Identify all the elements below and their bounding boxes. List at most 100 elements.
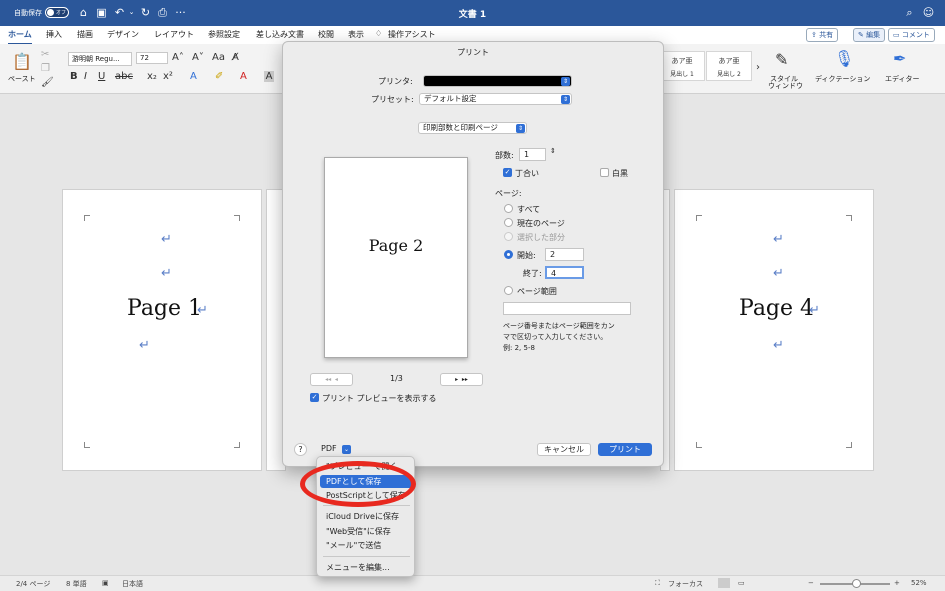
styles-more-chevron-icon[interactable]: › — [756, 62, 760, 73]
text-effects-icon[interactable]: A — [190, 71, 197, 82]
print-layout-icon[interactable] — [718, 578, 730, 588]
bw-checkbox[interactable] — [600, 168, 609, 177]
strikethrough-icon[interactable]: abc — [115, 71, 133, 82]
cancel-button[interactable]: キャンセル — [537, 443, 591, 456]
editor-icon[interactable]: ✒ — [893, 49, 906, 68]
show-preview-label: プリント プレビューを表示する — [322, 394, 437, 403]
share-button[interactable]: ⇪ 共有 — [806, 28, 839, 42]
tab-layout[interactable]: レイアウト — [154, 29, 194, 40]
show-preview-checkbox[interactable]: ✓ — [310, 393, 319, 402]
format-painter-icon[interactable]: 🖌 — [41, 77, 54, 88]
shrink-font-icon[interactable]: A˅ — [192, 52, 204, 63]
radio-current-page[interactable] — [504, 218, 513, 227]
style-heading2[interactable]: あア亜 見出し 2 — [706, 51, 752, 81]
menu-item-send-mail[interactable]: "メール"で送信 — [320, 539, 413, 552]
help-button[interactable]: ? — [294, 443, 307, 456]
tab-review[interactable]: 校閲 — [318, 29, 334, 40]
copies-input[interactable]: 1 — [519, 148, 546, 161]
subscript-icon[interactable]: x₂ — [147, 71, 157, 82]
tab-view[interactable]: 表示 — [348, 29, 364, 40]
style-heading1[interactable]: あア亜 見出し 1 — [659, 51, 705, 81]
cut-icon[interactable]: ✂ — [41, 49, 49, 60]
search-icon[interactable]: ⌕ — [903, 6, 916, 19]
web-layout-icon[interactable]: ▭ — [738, 579, 745, 587]
menu-item-save-to-icloud[interactable]: iCloud Driveに保存 — [320, 510, 413, 523]
section-select[interactable]: 印刷部数と印刷ページ ⇕ — [418, 122, 527, 134]
paste-icon[interactable]: 📋 — [12, 52, 32, 71]
radio-page-range[interactable] — [504, 286, 513, 295]
grow-font-icon[interactable]: A˄ — [172, 52, 184, 63]
proofing-icon[interactable]: ▣ — [102, 579, 109, 587]
italic-icon[interactable]: I — [84, 71, 87, 82]
focus-icon[interactable]: ⛶ — [655, 579, 660, 588]
radio-from-to[interactable] — [504, 250, 513, 259]
paragraph-mark-icon: ↵ — [197, 303, 208, 318]
zoom-out-icon[interactable]: − — [808, 579, 814, 587]
range-hint-line3: 例: 2, 5-8 — [503, 344, 535, 352]
tab-references[interactable]: 参照設定 — [208, 29, 240, 40]
from-input[interactable]: 2 — [545, 248, 584, 261]
pdf-menu-label[interactable]: PDF — [321, 444, 337, 453]
tab-insert[interactable]: 挿入 — [46, 29, 62, 40]
zoom-slider[interactable] — [820, 579, 890, 588]
page1-text: Page 1 — [127, 296, 203, 321]
opt-from-label: 開始: — [517, 251, 536, 260]
focus-label[interactable]: フォーカス — [668, 579, 703, 589]
zoom-slider-knob[interactable] — [852, 579, 862, 588]
to-label: 終了: — [523, 269, 542, 278]
language-label[interactable]: 日本語 — [122, 579, 143, 589]
superscript-icon[interactable]: x² — [163, 71, 173, 82]
clear-format-icon[interactable]: A̸ — [232, 52, 239, 63]
font-size-box[interactable]: 72 — [136, 52, 168, 64]
font-color-icon[interactable]: A — [240, 71, 247, 82]
microphone-icon[interactable]: 🎙 — [834, 49, 854, 68]
page-range-input[interactable] — [503, 302, 631, 315]
collate-checkbox[interactable]: ✓ — [503, 168, 512, 177]
menu-item-edit-menu[interactable]: メニューを編集... — [320, 561, 413, 574]
printer-select[interactable]: ⇕ — [423, 75, 572, 87]
zoom-in-icon[interactable]: + — [894, 579, 900, 587]
highlight-ellipse — [300, 461, 416, 507]
pdf-chevron-icon[interactable]: ⌄ — [342, 445, 351, 454]
crop-mark — [234, 215, 240, 221]
bold-icon[interactable]: B — [70, 71, 78, 82]
font-name-box[interactable]: 游明朝 Regu... — [68, 52, 132, 66]
dialog-title: プリント — [457, 48, 489, 57]
preview-next-buttons[interactable]: ▸ ▸▸ — [440, 373, 483, 386]
document-page-4[interactable]: ↵ ↵ Page 4 ↵ ↵ — [674, 189, 874, 471]
copies-value: 1 — [524, 150, 530, 159]
preset-value: デフォルト設定 — [424, 94, 477, 103]
styles-pane-label-2: ウィンドウ — [768, 82, 803, 90]
tab-mailings[interactable]: 差し込み文書 — [256, 29, 304, 40]
radio-all-pages[interactable] — [504, 204, 513, 213]
styles-pane-icon[interactable]: ✎ — [775, 50, 788, 69]
comments-button[interactable]: ▭ コメント — [888, 28, 935, 42]
preview-prev-buttons[interactable]: ◂◂ ◂ — [310, 373, 353, 386]
edit-mode-button[interactable]: ✎ 編集 — [853, 28, 886, 42]
paragraph-mark-icon: ↵ — [773, 266, 784, 281]
highlight-icon[interactable]: ✐ — [215, 71, 223, 82]
tab-home[interactable]: ホーム — [8, 29, 32, 45]
copies-stepper-icon[interactable]: ⇕ — [550, 147, 556, 155]
print-preview: Page 2 — [324, 157, 468, 358]
range-hint-line2: マで区切って入力してください。 — [503, 333, 608, 341]
lightbulb-icon: ♢ — [375, 29, 383, 38]
tab-draw[interactable]: 描画 — [77, 29, 93, 40]
tab-design[interactable]: デザイン — [107, 29, 139, 40]
underline-icon[interactable]: U — [98, 71, 105, 82]
character-shading-icon[interactable]: A — [264, 71, 274, 82]
tell-me-assist[interactable]: 操作アシスト — [388, 29, 436, 40]
word-count[interactable]: 8 単語 — [66, 579, 87, 589]
paragraph-mark-icon: ↵ — [161, 232, 172, 247]
to-input[interactable]: 4 — [545, 266, 584, 279]
preset-select[interactable]: デフォルト設定 ⇕ — [419, 93, 572, 105]
zoom-level[interactable]: 52% — [911, 579, 927, 587]
radio-selection[interactable] — [504, 232, 513, 241]
change-case-icon[interactable]: Aa — [212, 52, 225, 63]
print-button[interactable]: プリント — [598, 443, 652, 456]
menu-item-save-to-web-receipts[interactable]: "Web受信"に保存 — [320, 525, 413, 538]
document-page-1[interactable]: ↵ ↵ Page 1 ↵ ↵ — [62, 189, 262, 471]
copy-icon[interactable]: ❐ — [41, 63, 50, 74]
page-count[interactable]: 2/4 ページ — [16, 579, 50, 589]
account-icon[interactable]: ☺ — [922, 6, 935, 19]
